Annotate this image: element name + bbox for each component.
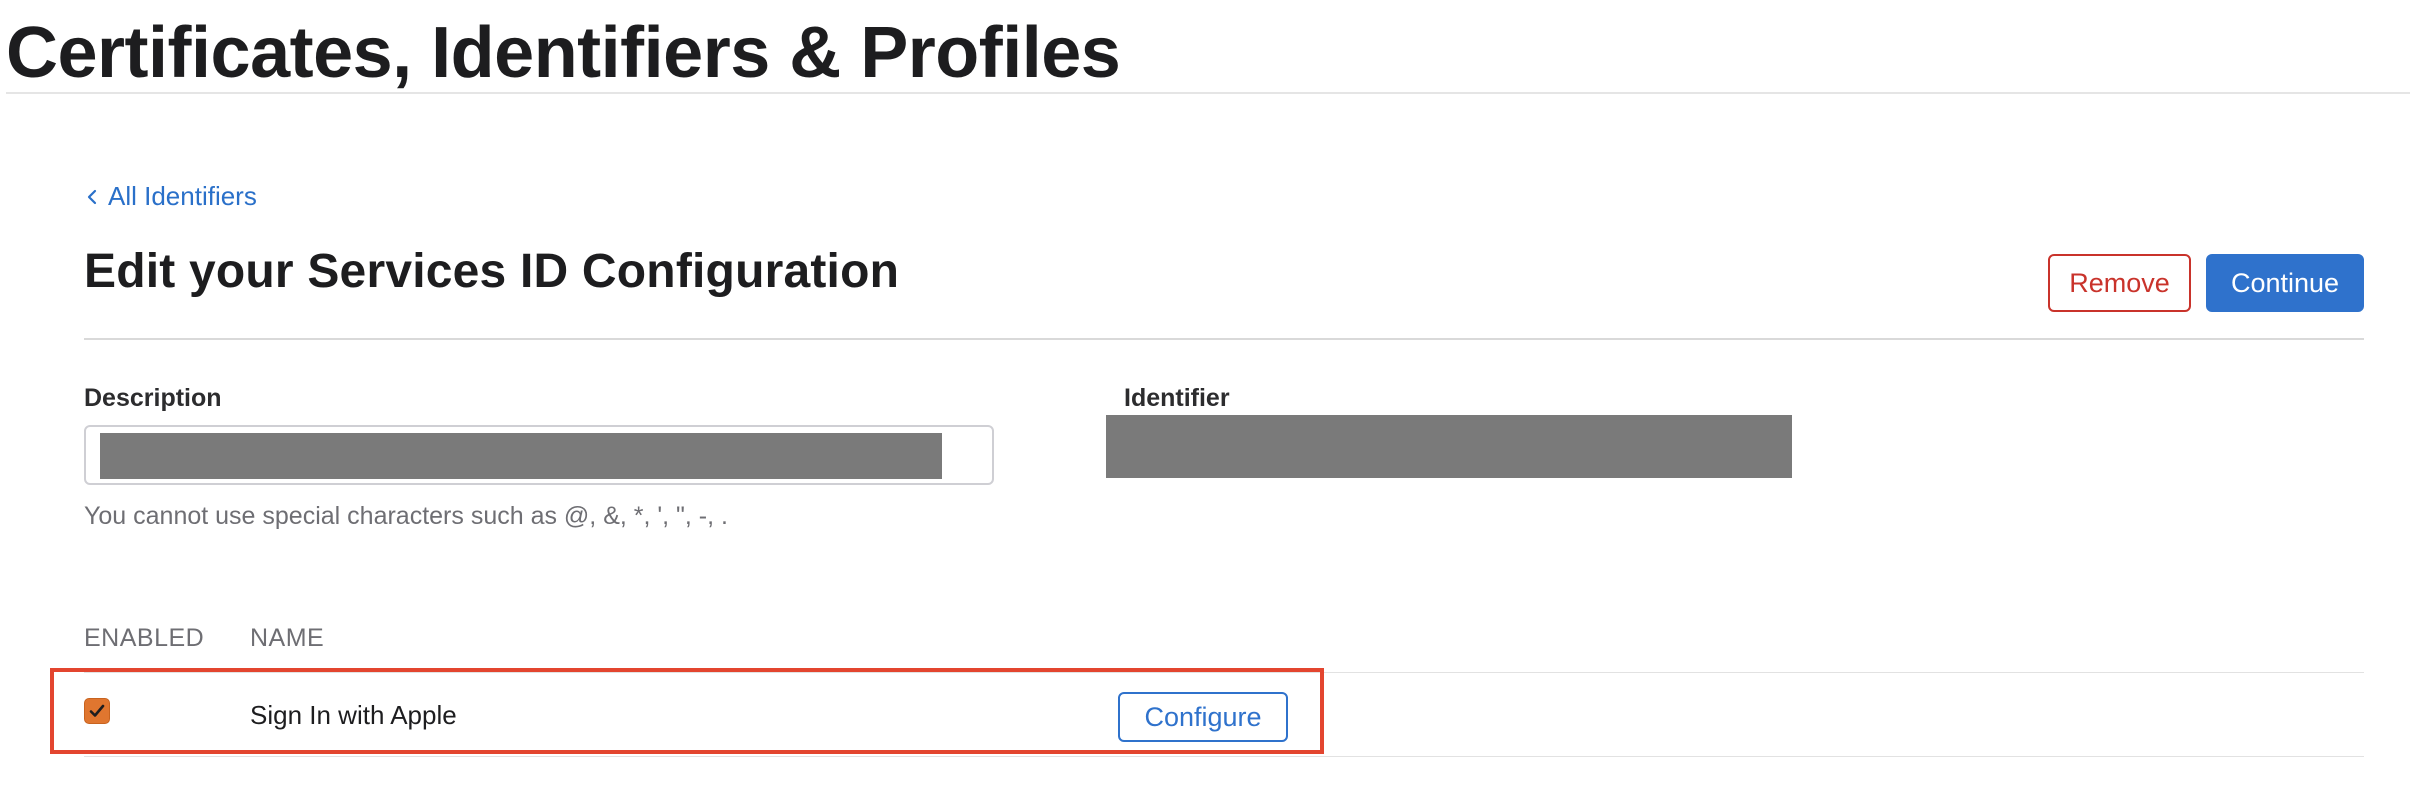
section-title: Edit your Services ID Configuration: [84, 245, 900, 298]
back-link-all-identifiers[interactable]: All Identifiers: [84, 181, 257, 212]
enabled-checkbox[interactable]: [84, 698, 110, 724]
service-name: Sign In with Apple: [250, 700, 457, 730]
back-link-label: All Identifiers: [108, 181, 257, 211]
description-input[interactable]: [84, 425, 994, 485]
configure-button[interactable]: Configure: [1118, 692, 1288, 742]
continue-button[interactable]: Continue: [2206, 254, 2364, 312]
identifier-label: Identifier: [1124, 384, 1230, 412]
column-header-name: NAME: [250, 624, 325, 652]
redacted-identifier-value: [1106, 415, 1792, 478]
row-divider: [84, 756, 2364, 757]
column-header-enabled: ENABLED: [84, 624, 205, 652]
redacted-description-value: [100, 433, 942, 479]
checkmark-icon: [89, 704, 105, 717]
description-hint: You cannot use special characters such a…: [84, 502, 728, 530]
remove-button[interactable]: Remove: [2048, 254, 2191, 312]
description-label: Description: [84, 384, 222, 412]
title-divider: [6, 92, 2410, 94]
page-title: Certificates, Identifiers & Profiles: [6, 13, 1121, 93]
chevron-left-icon: [87, 189, 97, 204]
section-divider: [84, 338, 2364, 340]
